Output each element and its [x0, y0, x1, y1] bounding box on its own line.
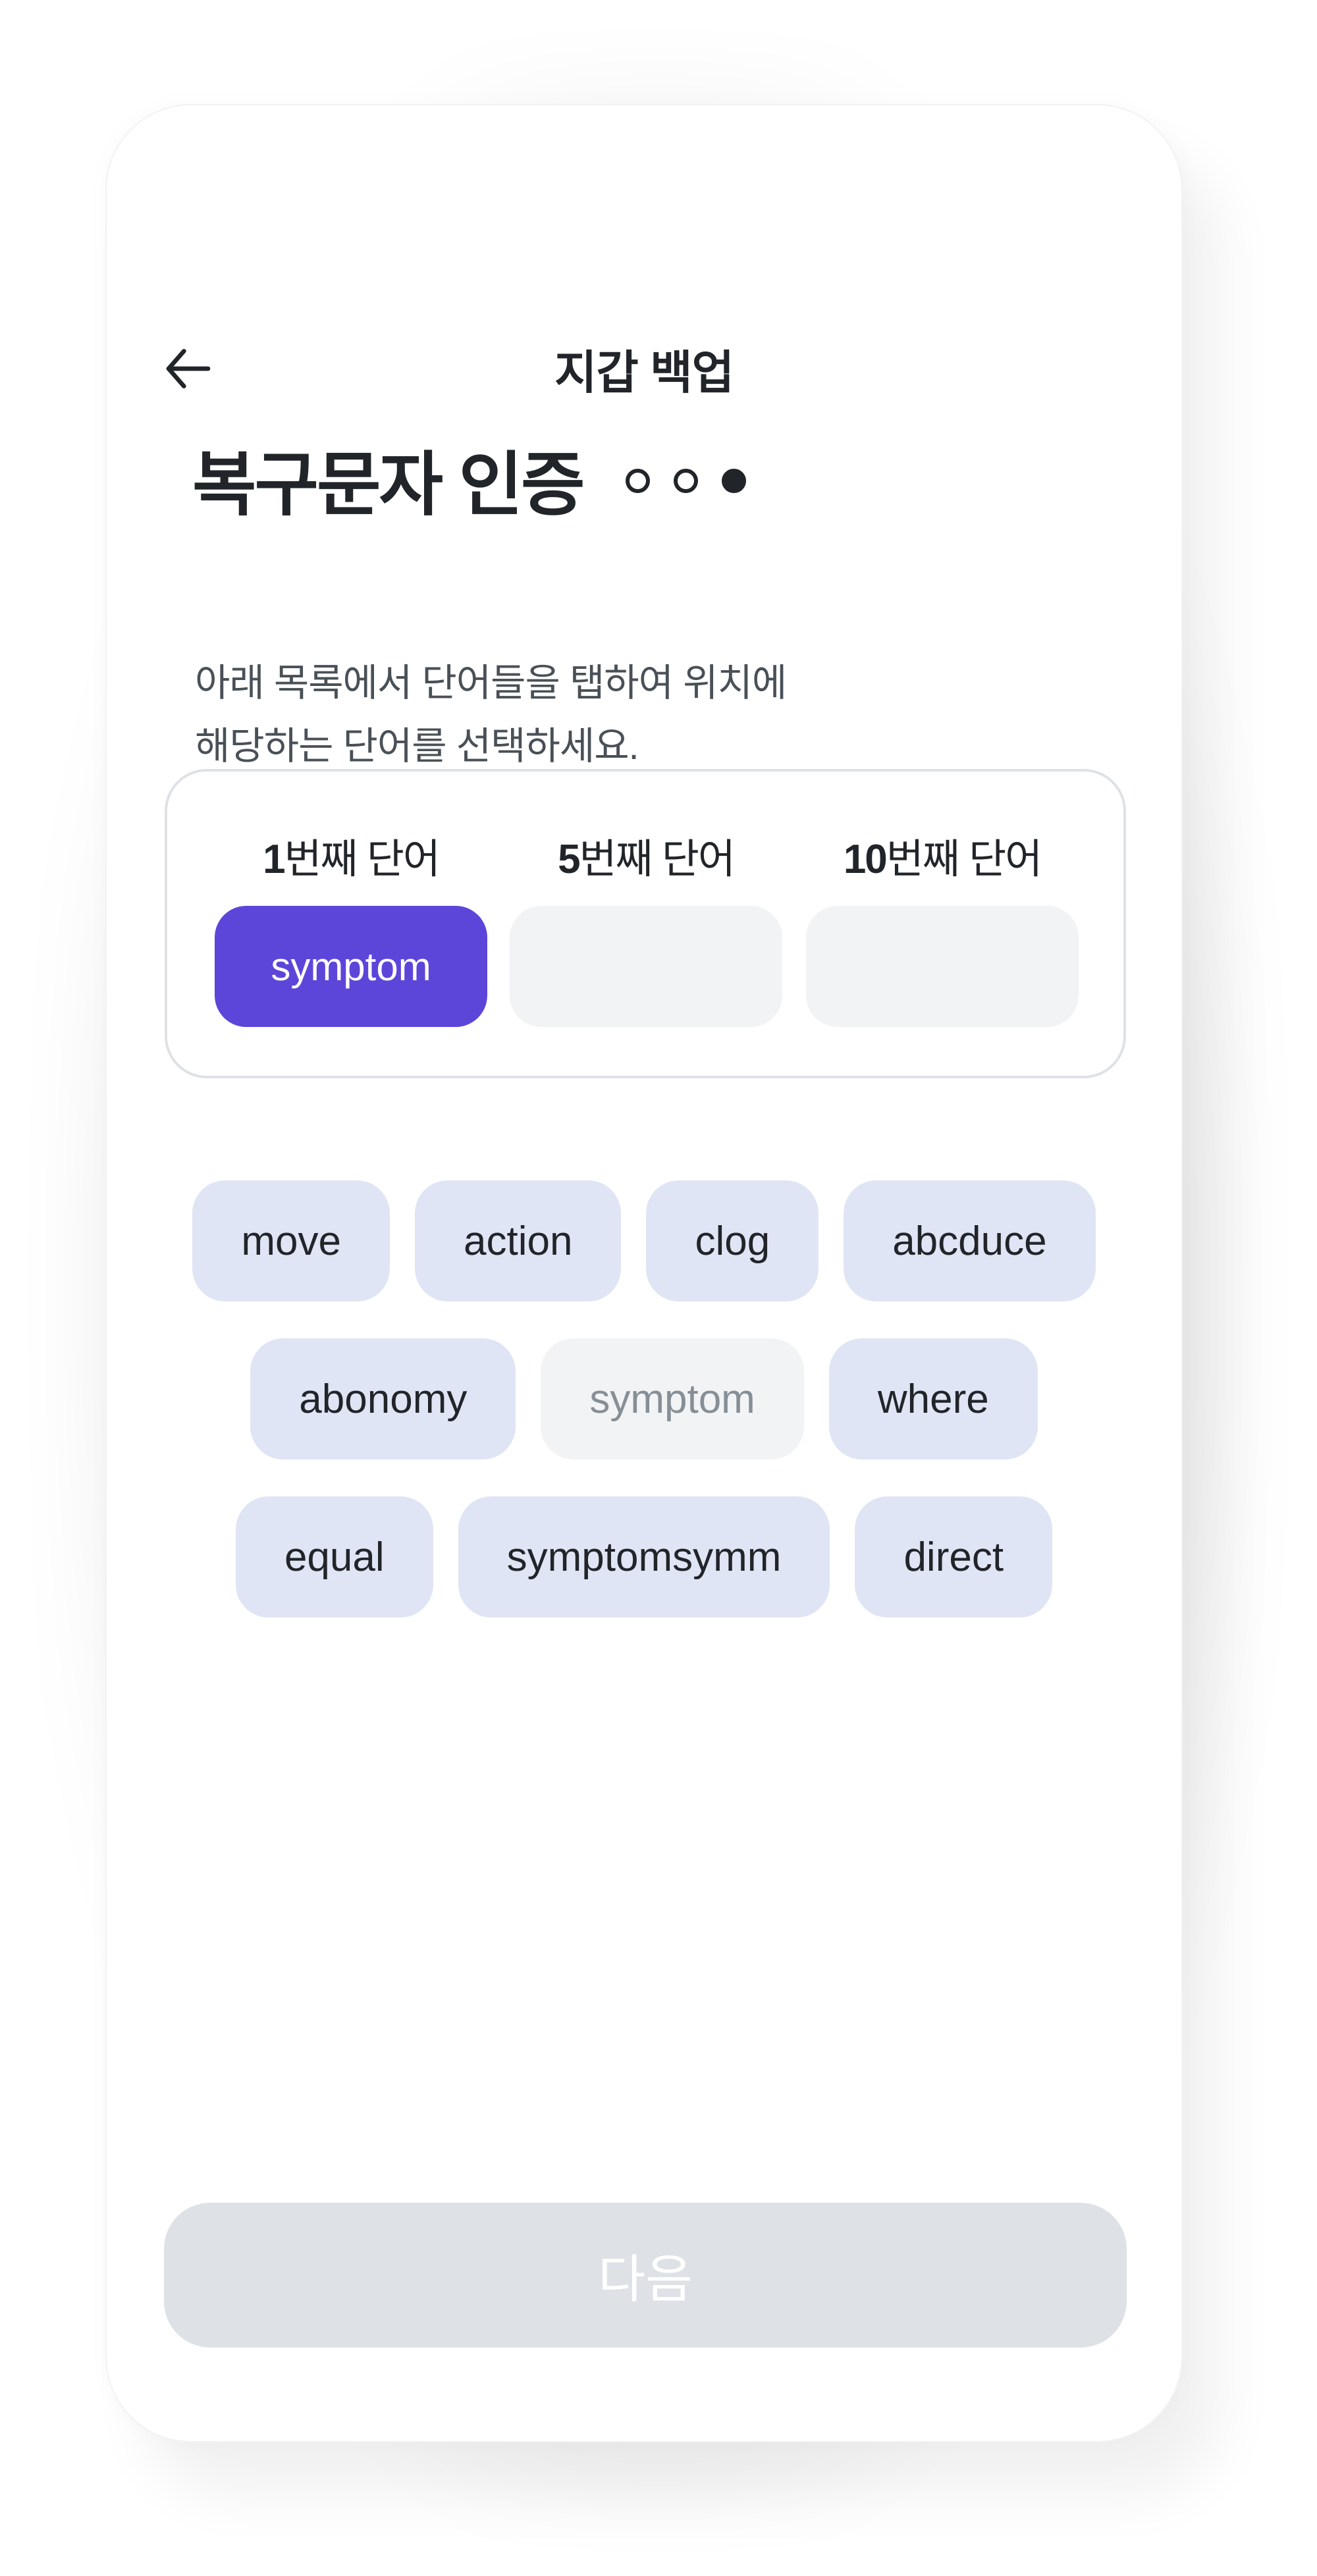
- word-chip[interactable]: symptomsymm: [458, 1496, 830, 1617]
- word-chip-used[interactable]: symptom: [541, 1338, 804, 1459]
- word-chip[interactable]: move: [192, 1180, 390, 1301]
- word-row-1: move action clog abcduce: [107, 1180, 1181, 1301]
- slot-5-empty[interactable]: [510, 906, 782, 1027]
- title-row: 복구문자 인증: [192, 428, 746, 529]
- slot-number: 10: [843, 837, 888, 882]
- app-header: 지갑 백업: [107, 303, 1181, 434]
- page-title: 복구문자 인증: [192, 446, 585, 524]
- word-row-2: abonomy symptom where: [107, 1338, 1181, 1459]
- slot-suffix: 번째 단어: [579, 837, 736, 882]
- word-chip[interactable]: clog: [646, 1180, 819, 1301]
- step-indicator: [625, 468, 746, 493]
- instruction-text: 아래 목록에서 단어들을 탭하여 위치에 해당하는 단어를 선택하세요.: [195, 652, 985, 778]
- slot-column-10: 10번째 단어: [806, 772, 1079, 1076]
- slot-label-10: 10번째 단어: [806, 826, 1079, 885]
- word-chip[interactable]: abonomy: [250, 1338, 516, 1459]
- word-slots-card: 1번째 단어 symptom 5번째 단어 10번째 단어: [165, 769, 1126, 1078]
- word-chip[interactable]: action: [414, 1180, 622, 1301]
- slot-10-empty[interactable]: [806, 906, 1079, 1027]
- slot-suffix: 번째 단어: [886, 837, 1042, 882]
- slot-number: 1: [263, 837, 286, 882]
- word-chip[interactable]: where: [828, 1338, 1038, 1459]
- slot-column-5: 5번째 단어: [510, 772, 782, 1076]
- header-title: 지갑 백업: [554, 347, 734, 398]
- slot-label-5: 5번째 단어: [510, 826, 782, 885]
- word-chip[interactable]: abcduce: [844, 1180, 1096, 1301]
- word-choices: move action clog abcduce abonomy symptom…: [107, 1180, 1181, 1654]
- slot-suffix: 번째 단어: [284, 837, 441, 882]
- step-dot-3-active: [721, 468, 746, 493]
- step-dot-1: [625, 468, 650, 493]
- instruction-line-1: 아래 목록에서 단어들을 탭하여 위치에: [195, 662, 787, 704]
- phone-screen: 지갑 백업 복구문자 인증 아래 목록에서 단어들을 탭하여 위치에 해당하는 …: [105, 104, 1183, 2442]
- slot-number: 5: [558, 837, 581, 882]
- slot-1-filled[interactable]: symptom: [215, 906, 487, 1027]
- word-row-3: equal symptomsymm direct: [107, 1496, 1181, 1617]
- next-button[interactable]: 다음: [164, 2203, 1127, 2348]
- slot-column-1: 1번째 단어 symptom: [215, 772, 487, 1076]
- step-dot-2: [673, 468, 698, 493]
- stage: 지갑 백업 복구문자 인증 아래 목록에서 단어들을 탭하여 위치에 해당하는 …: [0, 0, 1317, 2576]
- word-chip[interactable]: equal: [235, 1496, 433, 1617]
- slot-label-1: 1번째 단어: [215, 826, 487, 885]
- word-chip[interactable]: direct: [855, 1496, 1053, 1617]
